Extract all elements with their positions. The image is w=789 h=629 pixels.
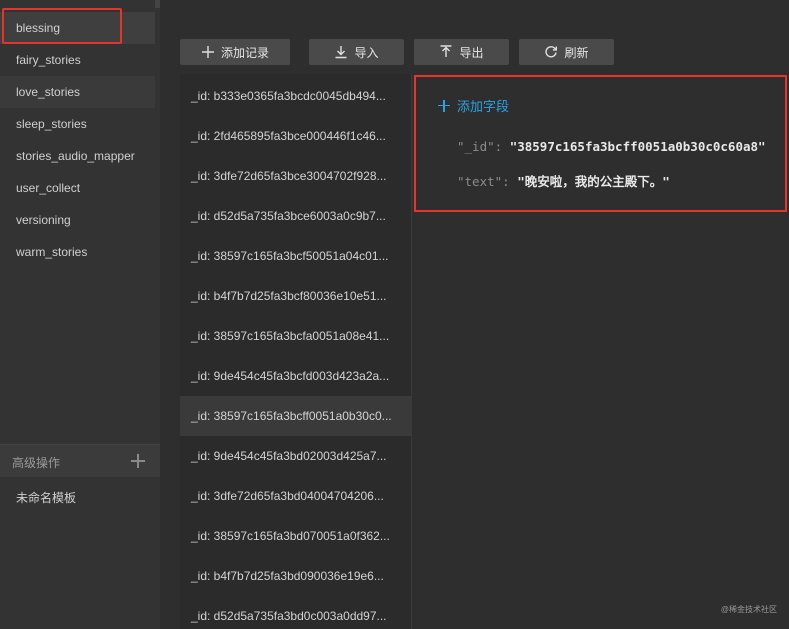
add-template-plus-icon[interactable] xyxy=(130,453,146,469)
collection-item-versioning[interactable]: versioning xyxy=(0,204,160,236)
advanced-operations-bar: 高级操作 xyxy=(0,444,160,477)
export-button[interactable]: 导出 xyxy=(414,39,509,65)
collection-label: stories_audio_mapper xyxy=(16,149,135,163)
record-item[interactable]: _id: 38597c165fa3bcf50051a04c01... xyxy=(180,236,412,276)
template-item[interactable]: 未命名模板 xyxy=(16,489,76,506)
collection-item-stories-audio-mapper[interactable]: stories_audio_mapper xyxy=(0,140,160,172)
download-icon xyxy=(334,45,348,59)
watermark: @稀金技术社区 xyxy=(720,605,777,614)
upload-icon xyxy=(439,45,453,59)
record-item[interactable]: _id: b333e0365fa3bcdc0045db494... xyxy=(180,76,412,116)
record-item[interactable]: _id: d52d5a735fa3bd0c003a0dd97... xyxy=(180,596,412,629)
record-item[interactable]: _id: 9de454c45fa3bd02003d425a7... xyxy=(180,436,412,476)
export-label: 导出 xyxy=(459,45,484,60)
plus-icon xyxy=(438,99,450,112)
collection-label: fairy_stories xyxy=(16,53,81,67)
import-button[interactable]: 导入 xyxy=(309,39,404,65)
advanced-operations-label: 高级操作 xyxy=(12,456,61,470)
record-item-active[interactable]: _id: 38597c165fa3bcff0051a0b30c0... xyxy=(180,396,412,436)
collection-label: blessing xyxy=(16,21,61,35)
add-record-label: 添加记录 xyxy=(220,45,269,60)
refresh-label: 刷新 xyxy=(564,45,589,60)
record-item[interactable]: _id: 3dfe72d65fa3bce3004702f928... xyxy=(180,156,412,196)
collection-item-blessing[interactable]: blessing xyxy=(0,12,155,44)
record-item[interactable]: _id: d52d5a735fa3bce6003a0c9b7... xyxy=(180,196,412,236)
refresh-icon xyxy=(544,45,558,59)
collection-item-warm-stories[interactable]: warm_stories xyxy=(0,236,160,268)
record-item[interactable]: _id: 9de454c45fa3bcfd003d423a2a... xyxy=(180,356,412,396)
collection-sidebar: blessing fairy_stories love_stories slee… xyxy=(0,0,160,629)
sidebar-scrollbar[interactable] xyxy=(155,0,160,8)
add-field-label: 添加字段 xyxy=(457,99,510,114)
plus-icon xyxy=(201,45,215,59)
field-row-text[interactable]: "text": "晚安啦，我的公主殿下。" xyxy=(457,171,670,190)
record-item[interactable]: _id: b4f7b7d25fa3bd090036e19e6... xyxy=(180,556,412,596)
add-record-button[interactable]: 添加记录 xyxy=(180,39,290,65)
record-item[interactable]: _id: 38597c165fa3bcfa0051a08e41... xyxy=(180,316,412,356)
field-row-id[interactable]: "_id": "38597c165fa3bcff0051a0b30c0c60a8… xyxy=(457,139,766,154)
collection-list: blessing fairy_stories love_stories slee… xyxy=(0,0,160,268)
collection-item-sleep-stories[interactable]: sleep_stories xyxy=(0,108,160,140)
import-label: 导入 xyxy=(354,45,379,60)
collection-label: versioning xyxy=(16,213,71,227)
collection-label: user_collect xyxy=(16,181,81,195)
refresh-button[interactable]: 刷新 xyxy=(519,39,614,65)
collection-label: warm_stories xyxy=(16,245,88,259)
record-item[interactable]: _id: 38597c165fa3bd070051a0f362... xyxy=(180,516,412,556)
collection-item-user-collect[interactable]: user_collect xyxy=(0,172,160,204)
record-detail-panel: 添加字段 "_id": "38597c165fa3bcff0051a0b30c0… xyxy=(414,75,787,212)
field-key: "_id": xyxy=(457,139,503,154)
field-value: "38597c165fa3bcff0051a0b30c0c60a8" xyxy=(509,139,766,154)
record-item[interactable]: _id: 3dfe72d65fa3bd04004704206... xyxy=(180,476,412,516)
collection-label: love_stories xyxy=(16,85,81,99)
field-key: "text": xyxy=(457,174,510,189)
field-value: "晚安啦，我的公主殿下。" xyxy=(517,174,670,189)
record-item[interactable]: _id: 2fd465895fa3bce000446f1c46... xyxy=(180,116,412,156)
collection-item-fairy-stories[interactable]: fairy_stories xyxy=(0,44,160,76)
record-item[interactable]: _id: b4f7b7d25fa3bcf80036e10e51... xyxy=(180,276,412,316)
record-list: _id: b333e0365fa3bcdc0045db494... _id: 2… xyxy=(180,74,412,629)
collection-item-love-stories[interactable]: love_stories xyxy=(0,76,155,108)
add-field-button[interactable]: 添加字段 xyxy=(438,96,509,115)
collection-label: sleep_stories xyxy=(16,117,87,131)
